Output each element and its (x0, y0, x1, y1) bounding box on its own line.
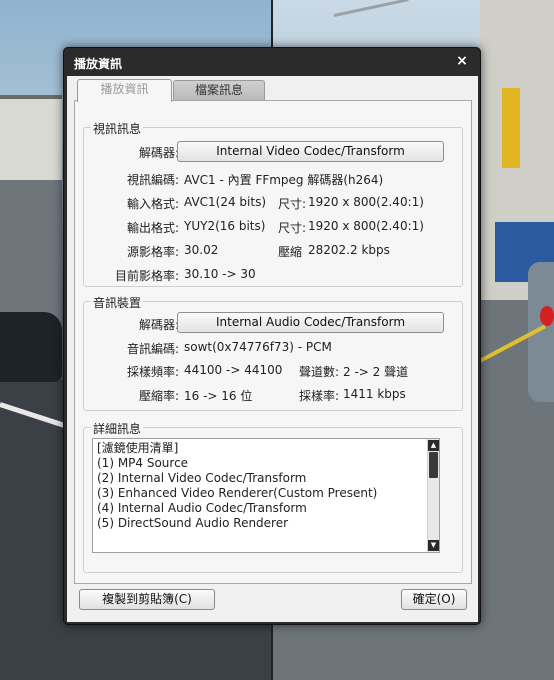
video-decoder-button[interactable]: Internal Video Codec/Transform (177, 141, 444, 162)
output-format-label: 輸出格式: (126, 221, 179, 235)
filter-list-line: [濾鏡使用清單] (97, 441, 179, 455)
details-group: 詳細訊息 [濾鏡使用清單] (1) MP4 Source (2) Interna… (83, 420, 463, 573)
audio-codec-value: sowt(0x74776f73) - PCM (184, 340, 332, 354)
bitrate-label: 壓縮 (278, 245, 303, 259)
channels-value: 2 -> 2 聲道 (343, 365, 409, 379)
sampling-rate-value: 1411 kbps (343, 387, 406, 401)
output-size-value: 1920 x 800(2.40:1) (308, 219, 424, 233)
audio-decoder-button[interactable]: Internal Audio Codec/Transform (177, 312, 444, 333)
filter-list-line: (3) Enhanced Video Renderer(Custom Prese… (97, 486, 378, 500)
input-format-value: AVC1(24 bits) (184, 195, 267, 209)
audio-decoder-label: 解碼器: (138, 318, 179, 332)
source-fps-label: 源影格率: (126, 245, 179, 259)
source-fps-value: 30.02 (184, 243, 219, 257)
input-format-label: 輸入格式: (126, 197, 179, 211)
audio-codec-label: 音訊編碼: (126, 342, 179, 356)
filter-list-textbox[interactable]: [濾鏡使用清單] (1) MP4 Source (2) Internal Vid… (92, 438, 440, 553)
bitrate-value: 28202.2 kbps (308, 243, 390, 257)
close-icon[interactable]: × (454, 53, 470, 69)
dialog-titlebar[interactable]: 播放資訊 × (64, 48, 480, 76)
sample-rate-value: 44100 -> 44100 (184, 363, 283, 377)
background-tail-light (540, 306, 554, 326)
scrollbar-thumb[interactable] (429, 452, 438, 478)
video-group-title: 視訊訊息 (91, 120, 144, 137)
vertical-scrollbar[interactable]: ▲ ▼ (427, 439, 439, 552)
audio-info-group: 音訊裝置 解碼器: Internal Audio Codec/Transform… (83, 294, 463, 411)
video-codec-value: AVC1 - 內置 FFmpeg 解碼器(h264) (184, 173, 384, 187)
video-decoder-label: 解碼器: (138, 146, 179, 160)
filter-list-line: (2) Internal Video Codec/Transform (97, 471, 307, 485)
current-fps-label: 目前影格率: (114, 269, 179, 283)
playback-info-dialog: 播放資訊 × 播放資訊 檔案訊息 視訊訊息 解碼器: Internal Vide… (63, 47, 481, 625)
filter-list-line: (1) MP4 Source (97, 456, 189, 470)
dialog-title: 播放資訊 (74, 57, 123, 71)
output-size-label: 尺寸: (278, 221, 307, 235)
sampling-rate-label: 採樣率: (298, 389, 339, 403)
filter-list-lines: [濾鏡使用清單] (1) MP4 Source (2) Internal Vid… (97, 441, 425, 531)
filter-list-line: (5) DirectSound Audio Renderer (97, 516, 289, 530)
ok-button[interactable]: 確定(O) (401, 589, 467, 610)
compress-ratio-value: 16 -> 16 位 (184, 389, 253, 403)
current-fps-value: 30.10 -> 30 (184, 267, 256, 281)
video-codec-label: 視訊編碼: (126, 173, 179, 187)
input-size-value: 1920 x 800(2.40:1) (308, 195, 424, 209)
background-parked-car (0, 312, 62, 382)
dialog-client-area: 播放資訊 檔案訊息 視訊訊息 解碼器: Internal Video Codec… (67, 76, 478, 622)
video-info-group: 視訊訊息 解碼器: Internal Video Codec/Transform… (83, 120, 463, 287)
copy-to-clipboard-button[interactable]: 複製到剪貼簿(C) (79, 589, 215, 610)
filter-list-line: (4) Internal Audio Codec/Transform (97, 501, 307, 515)
channels-label: 聲道數: (298, 365, 339, 379)
compress-ratio-label: 壓縮率: (138, 389, 179, 403)
tab-panel: 視訊訊息 解碼器: Internal Video Codec/Transform… (74, 100, 472, 584)
scroll-up-arrow-icon[interactable]: ▲ (428, 440, 439, 451)
background-sign (502, 88, 520, 168)
audio-group-title: 音訊裝置 (91, 294, 144, 311)
scroll-down-arrow-icon[interactable]: ▼ (428, 540, 439, 551)
details-group-title: 詳細訊息 (91, 420, 144, 437)
sample-rate-label: 採樣頻率: (126, 365, 179, 379)
tab-playback-info[interactable]: 播放資訊 (77, 79, 172, 102)
tab-file-info[interactable]: 檔案訊息 (173, 80, 265, 101)
output-format-value: YUY2(16 bits) (184, 219, 266, 233)
input-size-label: 尺寸: (278, 197, 307, 211)
